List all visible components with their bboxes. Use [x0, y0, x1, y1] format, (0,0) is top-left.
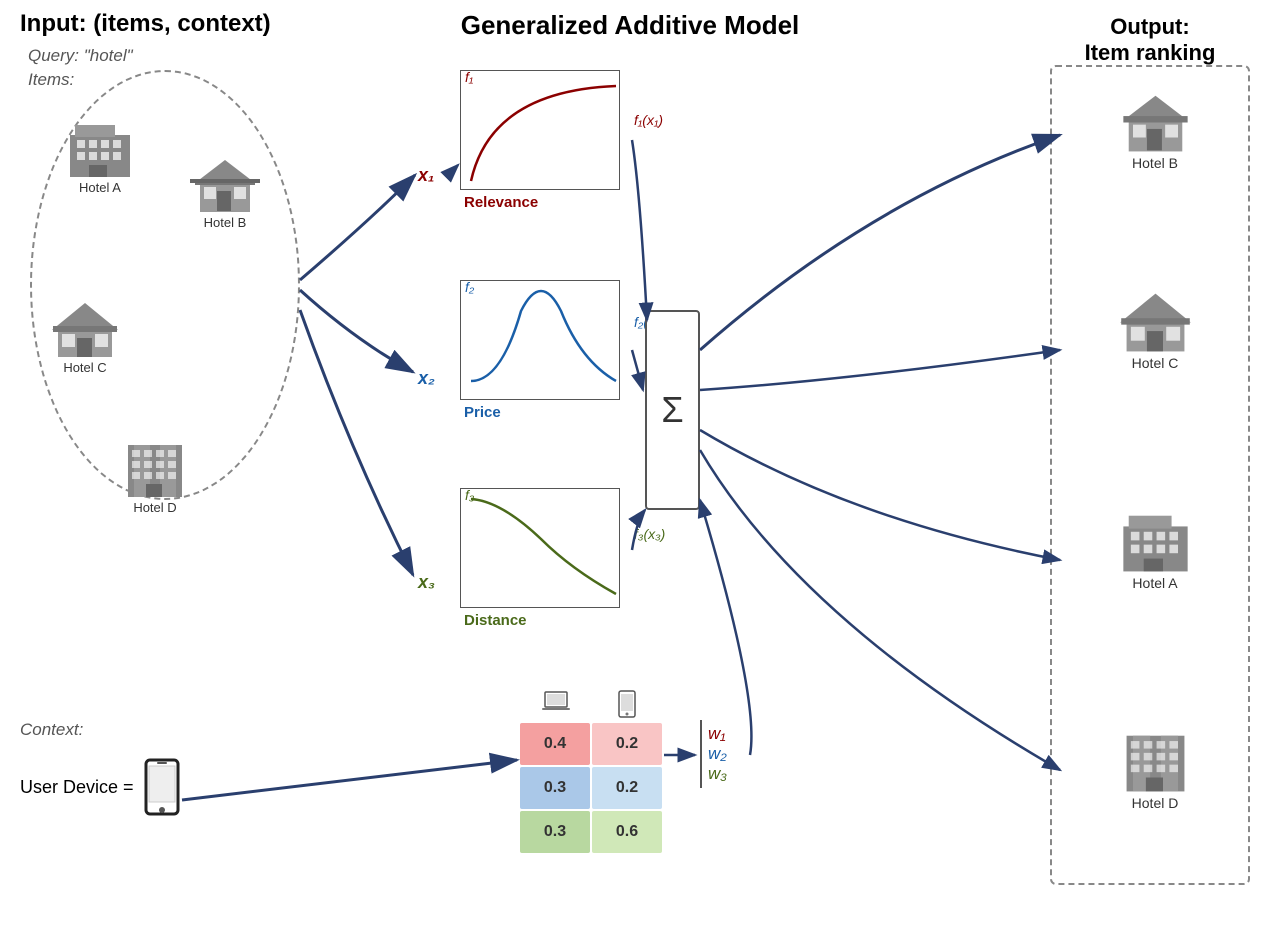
- ranked-hotel-c-label: Hotel C: [1132, 355, 1179, 371]
- cell-r2c2: 0.2: [592, 767, 662, 809]
- cell-r3c2: 0.6: [592, 811, 662, 853]
- f3x3-label: f₃(x₃): [634, 526, 665, 542]
- hotel-d-icon: Hotel D: [120, 440, 190, 515]
- hotel-d-label: Hotel D: [133, 500, 176, 515]
- feature1-graph: f₁ Sub-score: [460, 70, 620, 190]
- col-header-desktop: [521, 690, 591, 721]
- f1x1-label: f₁(x₁): [634, 112, 663, 128]
- ranked-hotel-c: Hotel C: [1065, 290, 1245, 371]
- context-label: Context:: [20, 720, 83, 740]
- cell-r1c1: 0.4: [520, 723, 590, 765]
- matrix-row-2: 0.3 0.2: [520, 767, 662, 809]
- right-panel: Output: Item ranking: [1050, 10, 1250, 66]
- ranked-hotel-a-label: Hotel A: [1132, 575, 1177, 591]
- ranked-hotel-d-label: Hotel D: [1132, 795, 1179, 811]
- user-device-row: User Device =: [20, 758, 180, 816]
- user-device-label: User Device =: [20, 777, 134, 798]
- ranked-hotel-a: Hotel A: [1065, 510, 1245, 591]
- feature2-block: f₂ Sub-score Price: [460, 280, 620, 421]
- cell-r3c1: 0.3: [520, 811, 590, 853]
- sigma-box: Σ: [645, 310, 700, 510]
- x2-label: x₂: [418, 368, 435, 389]
- feature3-graph: f₃ Sub-score: [460, 488, 620, 608]
- x3-label: x₃: [418, 572, 435, 593]
- w1-label: w₁: [708, 724, 726, 744]
- weight-vector: w₁ w₂ w₃: [700, 720, 727, 788]
- mobile-phone-icon: [144, 758, 180, 816]
- middle-panel: Generalized Additive Model: [380, 10, 880, 41]
- hotel-a-label: Hotel A: [79, 180, 121, 195]
- matrix-row-1: 0.4 0.2: [520, 723, 662, 765]
- ranked-hotel-b-label: Hotel B: [1132, 155, 1178, 171]
- input-title: Input: (items, context): [20, 10, 350, 38]
- w2-label: w₂: [708, 744, 727, 764]
- gam-title: Generalized Additive Model: [380, 10, 880, 41]
- weight-matrix: 0.4 0.2 0.3 0.2 0.3 0.6: [520, 690, 662, 855]
- hotel-b-icon: Hotel B: [190, 155, 260, 230]
- hotel-b-label: Hotel B: [204, 215, 247, 230]
- hotel-c-icon: Hotel C: [50, 300, 120, 375]
- ranked-hotel-b: Hotel B: [1065, 90, 1245, 171]
- col-header-mobile: [592, 690, 662, 721]
- query-label: Query: "hotel": [28, 46, 350, 66]
- feature1-name: Relevance: [464, 194, 538, 211]
- x1-label: x₁: [418, 165, 434, 186]
- feature3-block: f₃ Sub-score Distance: [460, 488, 620, 629]
- feature2-graph: f₂ Sub-score: [460, 280, 620, 400]
- left-panel: Input: (items, context) Query: "hotel" I…: [20, 10, 350, 90]
- cell-r1c2: 0.2: [592, 723, 662, 765]
- hotel-c-label: Hotel C: [63, 360, 106, 375]
- w3-label: w₃: [708, 764, 727, 784]
- feature1-block: f₁ Sub-score Relevance: [460, 70, 620, 211]
- hotel-a-icon: Hotel A: [65, 120, 135, 195]
- ranked-hotel-d: Hotel D: [1065, 730, 1245, 811]
- feature3-name: Distance: [464, 612, 527, 629]
- output-title-2: Item ranking: [1050, 40, 1250, 66]
- feature2-name: Price: [464, 404, 501, 421]
- cell-r2c1: 0.3: [520, 767, 590, 809]
- output-title-1: Output:: [1050, 14, 1250, 40]
- matrix-row-3: 0.3 0.6: [520, 811, 662, 853]
